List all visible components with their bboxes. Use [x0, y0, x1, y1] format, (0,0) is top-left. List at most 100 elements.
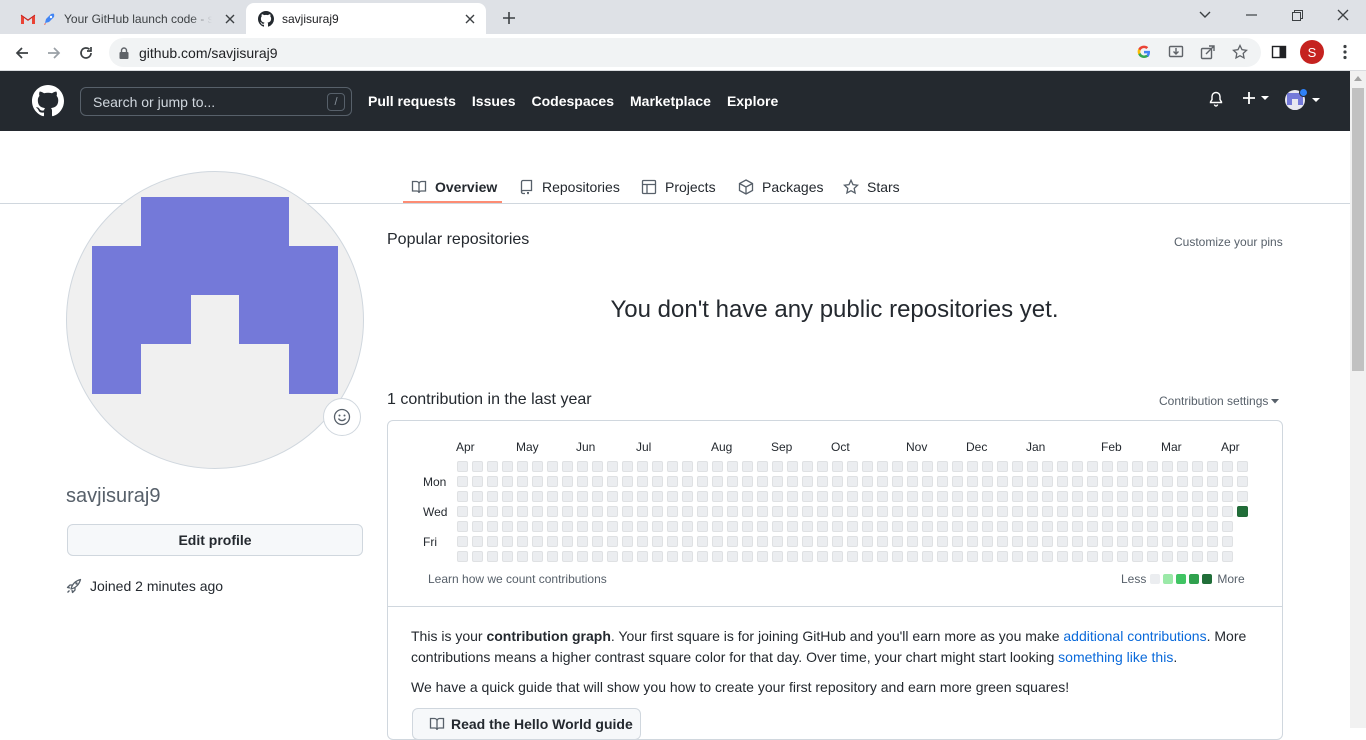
- contribution-day[interactable]: [547, 521, 558, 532]
- contribution-day[interactable]: [907, 476, 918, 487]
- contribution-day[interactable]: [652, 476, 663, 487]
- contribution-day[interactable]: [667, 521, 678, 532]
- nav-pull-requests[interactable]: Pull requests: [368, 93, 456, 109]
- contribution-day[interactable]: [997, 491, 1008, 502]
- contribution-day[interactable]: [607, 536, 618, 547]
- contribution-day[interactable]: [1102, 491, 1113, 502]
- contribution-day[interactable]: [742, 461, 753, 472]
- contribution-day[interactable]: [592, 536, 603, 547]
- profile-avatar-large[interactable]: [66, 171, 364, 469]
- contribution-day[interactable]: [532, 491, 543, 502]
- contribution-day[interactable]: [1207, 476, 1218, 487]
- contribution-day[interactable]: [1207, 536, 1218, 547]
- contribution-day[interactable]: [1102, 521, 1113, 532]
- contribution-day[interactable]: [1192, 491, 1203, 502]
- contribution-day[interactable]: [592, 506, 603, 517]
- contribution-day[interactable]: [547, 476, 558, 487]
- contribution-day[interactable]: [817, 506, 828, 517]
- contribution-day[interactable]: [982, 476, 993, 487]
- contribution-day[interactable]: [1027, 551, 1038, 562]
- contribution-day[interactable]: [652, 506, 663, 517]
- tab-overview[interactable]: Overview: [411, 171, 497, 203]
- forward-button[interactable]: [41, 40, 67, 66]
- contribution-day[interactable]: [1147, 536, 1158, 547]
- profile-avatar[interactable]: S: [1300, 40, 1324, 64]
- contribution-day[interactable]: [997, 461, 1008, 472]
- contribution-day[interactable]: [997, 551, 1008, 562]
- contribution-day[interactable]: [877, 461, 888, 472]
- contribution-day[interactable]: [1192, 536, 1203, 547]
- contribution-day[interactable]: [682, 476, 693, 487]
- nav-marketplace[interactable]: Marketplace: [630, 93, 711, 109]
- contribution-day[interactable]: [532, 461, 543, 472]
- contribution-day[interactable]: [487, 521, 498, 532]
- contribution-day[interactable]: [817, 536, 828, 547]
- contribution-day[interactable]: [517, 476, 528, 487]
- contribution-day[interactable]: [862, 461, 873, 472]
- contribution-day[interactable]: [1087, 506, 1098, 517]
- contribution-day[interactable]: [997, 521, 1008, 532]
- contribution-day[interactable]: [802, 506, 813, 517]
- contribution-day[interactable]: [937, 521, 948, 532]
- contribution-day[interactable]: [502, 461, 513, 472]
- contribution-day[interactable]: [922, 476, 933, 487]
- contribution-day[interactable]: [772, 521, 783, 532]
- contribution-day[interactable]: [1087, 476, 1098, 487]
- contribution-day[interactable]: [532, 536, 543, 547]
- contribution-day[interactable]: [562, 476, 573, 487]
- contribution-day[interactable]: [577, 506, 588, 517]
- contribution-day[interactable]: [952, 506, 963, 517]
- create-new-button[interactable]: [1242, 91, 1270, 105]
- contribution-day[interactable]: [472, 491, 483, 502]
- contribution-day[interactable]: [922, 461, 933, 472]
- contribution-day[interactable]: [577, 476, 588, 487]
- contribution-day[interactable]: [1042, 506, 1053, 517]
- contribution-day[interactable]: [1072, 536, 1083, 547]
- contribution-day[interactable]: [682, 491, 693, 502]
- contribution-day[interactable]: [1177, 506, 1188, 517]
- contribution-day[interactable]: [1042, 476, 1053, 487]
- contribution-day[interactable]: [787, 491, 798, 502]
- contribution-day[interactable]: [1237, 491, 1248, 502]
- contribution-day[interactable]: [607, 476, 618, 487]
- contribution-day[interactable]: [577, 536, 588, 547]
- contribution-day[interactable]: [1237, 506, 1248, 517]
- contribution-day[interactable]: [862, 491, 873, 502]
- contribution-day[interactable]: [1117, 476, 1128, 487]
- contribution-day[interactable]: [787, 476, 798, 487]
- contribution-day[interactable]: [727, 476, 738, 487]
- contribution-day[interactable]: [502, 521, 513, 532]
- contribution-day[interactable]: [1012, 491, 1023, 502]
- contribution-day[interactable]: [742, 521, 753, 532]
- contribution-day[interactable]: [607, 521, 618, 532]
- contribution-day[interactable]: [667, 536, 678, 547]
- kebab-menu-icon[interactable]: [1334, 41, 1356, 63]
- contribution-day[interactable]: [937, 476, 948, 487]
- contribution-day[interactable]: [1177, 461, 1188, 472]
- contribution-day[interactable]: [787, 461, 798, 472]
- contribution-day[interactable]: [1207, 506, 1218, 517]
- contribution-day[interactable]: [727, 506, 738, 517]
- nav-explore[interactable]: Explore: [727, 93, 778, 109]
- contribution-day[interactable]: [1207, 521, 1218, 532]
- contribution-day[interactable]: [457, 521, 468, 532]
- contribution-day[interactable]: [1117, 521, 1128, 532]
- contribution-day[interactable]: [487, 506, 498, 517]
- star-bookmark-icon[interactable]: [1229, 41, 1251, 63]
- contribution-day[interactable]: [637, 521, 648, 532]
- contribution-day[interactable]: [772, 491, 783, 502]
- contribution-day[interactable]: [712, 521, 723, 532]
- contribution-day[interactable]: [517, 521, 528, 532]
- contribution-day[interactable]: [1177, 491, 1188, 502]
- contribution-day[interactable]: [547, 551, 558, 562]
- contribution-day[interactable]: [817, 476, 828, 487]
- contribution-day[interactable]: [682, 461, 693, 472]
- something-like-this-link[interactable]: something like this: [1058, 649, 1173, 665]
- contribution-day[interactable]: [727, 461, 738, 472]
- contribution-day[interactable]: [682, 521, 693, 532]
- contribution-day[interactable]: [907, 551, 918, 562]
- contribution-day[interactable]: [697, 461, 708, 472]
- contribution-day[interactable]: [592, 551, 603, 562]
- contribution-day[interactable]: [1012, 521, 1023, 532]
- contribution-day[interactable]: [1057, 461, 1068, 472]
